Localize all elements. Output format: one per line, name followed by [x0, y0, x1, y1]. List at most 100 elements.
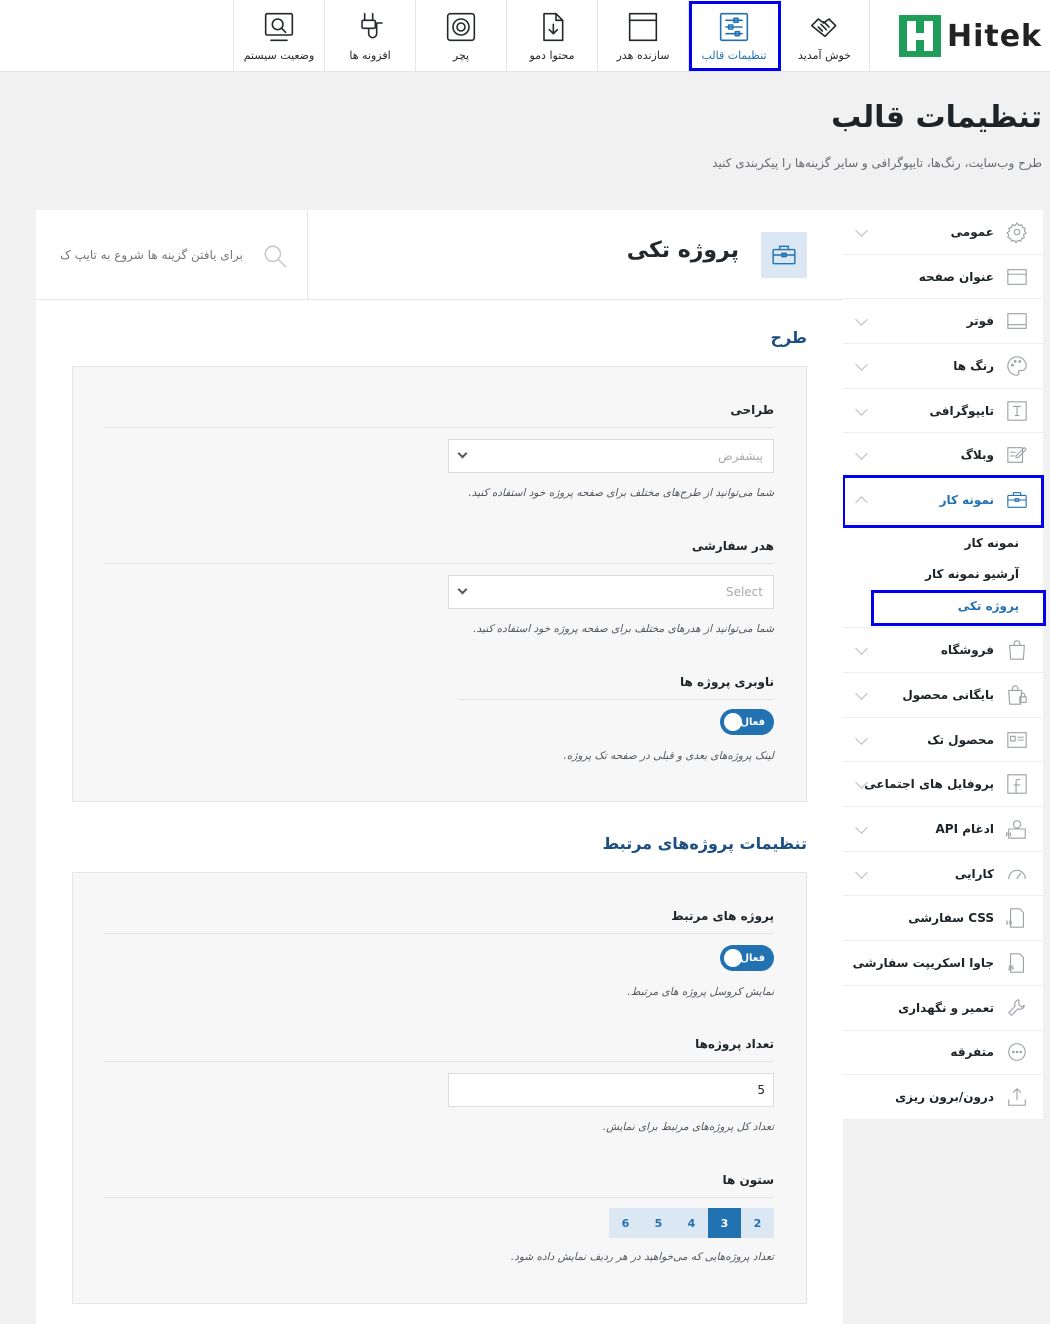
chevron-down-icon[interactable]	[855, 686, 868, 700]
topnav-theme-settings[interactable]: تنظیمات قالب	[688, 0, 779, 72]
upload-icon	[1006, 1086, 1028, 1108]
sidebar-item-colors[interactable]: رنگ ها	[843, 344, 1043, 389]
page-title-icon	[1006, 266, 1028, 288]
sidebar-item-general[interactable]: عمومی	[843, 210, 1043, 255]
sidebar-item-performance[interactable]: کارایی	[843, 852, 1043, 897]
design-select[interactable]: پیشفرض	[448, 439, 774, 473]
sidebar-item-portfolio[interactable]: نمونه کار	[843, 478, 1043, 523]
sidebar-item-import-export[interactable]: درون/برون ریزی	[843, 1075, 1043, 1120]
columns-option-2[interactable]: 2	[741, 1208, 774, 1238]
topnav-system-status[interactable]: وضعیت سیستم	[233, 0, 324, 72]
sidebar-item-custom-css[interactable]: CSS CSS سفارشی	[843, 896, 1043, 942]
topnav-label: وضعیت سیستم	[243, 48, 315, 62]
sidebar-item-label: متفرقه	[950, 1045, 994, 1060]
svg-text:JS: JS	[1007, 965, 1014, 971]
columns-button-set: 23456	[609, 1208, 774, 1238]
palette-icon	[1006, 355, 1028, 377]
columns-option-4[interactable]: 4	[675, 1208, 708, 1238]
window-icon	[627, 11, 659, 43]
chevron-down-icon[interactable]	[855, 865, 868, 879]
facebook-icon	[1006, 773, 1028, 795]
projects-count-input[interactable]	[448, 1073, 774, 1107]
related-projects-toggle[interactable]: فعال	[720, 945, 774, 971]
chevron-down-icon	[457, 584, 468, 595]
chevron-down-icon[interactable]	[855, 731, 868, 745]
sidebar-item-label: ادغام API	[935, 821, 995, 836]
chevron-down-icon[interactable]	[855, 447, 868, 461]
columns-label: ستون ها	[722, 1173, 774, 1187]
chevron-up-icon[interactable]	[855, 496, 868, 509]
sidebar-item-api-integrations[interactable]: API ادغام API	[843, 807, 1043, 852]
js-file-icon: JS	[1006, 952, 1028, 974]
divider	[104, 1197, 774, 1198]
sidebar-item-social-profiles[interactable]: پروفایل های اجتماعی	[843, 762, 1043, 808]
sidebar-item-label: فروشگاه	[940, 643, 994, 658]
sidebar-item-blog[interactable]: وبلاگ	[843, 433, 1043, 479]
chevron-down-icon[interactable]	[855, 402, 868, 416]
sidebar-item-footer[interactable]: فوتر	[843, 299, 1043, 345]
gear-box-icon	[445, 11, 477, 43]
project-nav-description: لینک پروژه‌های بعدی و قبلی در صفحه تک پر…	[563, 750, 774, 762]
topnav-welcome[interactable]: خوش آمدید	[779, 0, 870, 72]
sidebar-item-label: پروفایل های اجتماعی	[864, 777, 994, 792]
chevron-down-icon[interactable]	[855, 358, 868, 371]
sidebar-subitem-portfolio-archive[interactable]: آرشیو نمونه کار	[843, 558, 1043, 590]
ellipsis-circle-icon	[1006, 1041, 1028, 1063]
sidebar-item-single-product[interactable]: محصول تک	[843, 718, 1043, 763]
sidebar-item-custom-js[interactable]: JS جاوا اسکریپت سفارشی	[843, 941, 1043, 986]
toggle-knob	[724, 949, 742, 967]
divider	[104, 1061, 774, 1062]
sidebar-item-label: تایپوگرافی	[929, 403, 995, 418]
topnav-label: پچر	[452, 48, 470, 62]
sidebar-item-product-archive[interactable]: بایگانی محصول	[843, 673, 1043, 718]
divider	[458, 699, 774, 700]
topnav-patcher[interactable]: پچر	[415, 0, 506, 72]
project-nav-toggle[interactable]: فعال	[720, 709, 774, 735]
settings-panel: پروژه تکی طرح طراحی پیشفرض شما می‌توانید…	[36, 210, 843, 1324]
columns-option-5[interactable]: 5	[642, 1208, 675, 1238]
briefcase-icon	[1006, 489, 1028, 511]
topnav-label: تنظیمات قالب	[701, 48, 767, 62]
topnav-plugins[interactable]: افزونه ها	[324, 0, 415, 72]
sidebar-item-typography[interactable]: تایپوگرافی	[843, 389, 1043, 434]
brand-logo[interactable]: Hitek	[898, 14, 1042, 58]
sidebar-item-label: عمومی	[950, 224, 994, 239]
plug-icon	[354, 11, 386, 43]
custom-header-select[interactable]: Select	[448, 575, 774, 609]
chevron-down-icon	[457, 448, 468, 459]
gear-icon	[1006, 221, 1028, 244]
top-navigation: خوش آمدید تنظیمات قالب سازنده هدر محتوا دمو…	[233, 0, 870, 72]
chevron-down-icon[interactable]	[855, 223, 868, 237]
topnav-label: سازنده هدر	[616, 48, 670, 62]
sidebar-item-misc[interactable]: متفرقه	[843, 1031, 1043, 1076]
sidebar-item-page-title[interactable]: عنوان صفحه	[843, 255, 1043, 300]
sidebar-item-shop[interactable]: فروشگاه	[843, 628, 1043, 673]
topnav-demo-content[interactable]: محتوا دمو	[506, 0, 597, 72]
group-title-layout: طرح	[770, 328, 807, 347]
svg-text:CSS: CSS	[1006, 921, 1012, 927]
sidebar-item-maintenance[interactable]: تعمیر و نگهداری	[843, 986, 1043, 1031]
sidebar-item-label: رنگ ها	[953, 358, 994, 373]
top-bar: خوش آمدید تنظیمات قالب سازنده هدر محتوا دمو…	[0, 0, 1050, 72]
related-projects-label: پروژه های مرتبط	[671, 909, 774, 923]
chevron-down-icon[interactable]	[855, 821, 868, 834]
columns-option-3[interactable]: 3	[708, 1208, 741, 1238]
columns-option-6[interactable]: 6	[609, 1208, 642, 1238]
topnav-label: افزونه ها	[349, 48, 391, 62]
projects-count-label: تعداد پروژه‌ها	[695, 1037, 774, 1051]
sidebar-item-label: کارایی	[954, 866, 994, 881]
search-icon	[264, 245, 287, 268]
chevron-down-icon[interactable]	[855, 642, 868, 656]
chevron-down-icon[interactable]	[855, 313, 868, 327]
shopping-bag-icon	[1006, 639, 1028, 661]
system-status-icon	[263, 11, 295, 43]
sidebar-subitem-portfolio-main[interactable]: نمونه کار	[843, 527, 1043, 559]
options-search	[36, 210, 308, 300]
toggle-knob	[724, 713, 742, 731]
design-select-value: پیشفرض	[718, 449, 763, 463]
related-options-card: پروژه های مرتبط فعال نمایش کروسل پروژه ه…	[72, 872, 807, 1304]
brand-name: Hitek	[946, 18, 1042, 54]
sidebar-subitem-single-project[interactable]: پروژه تکی	[843, 590, 1043, 622]
search-input[interactable]	[55, 247, 245, 263]
topnav-header-builder[interactable]: سازنده هدر	[597, 0, 688, 72]
